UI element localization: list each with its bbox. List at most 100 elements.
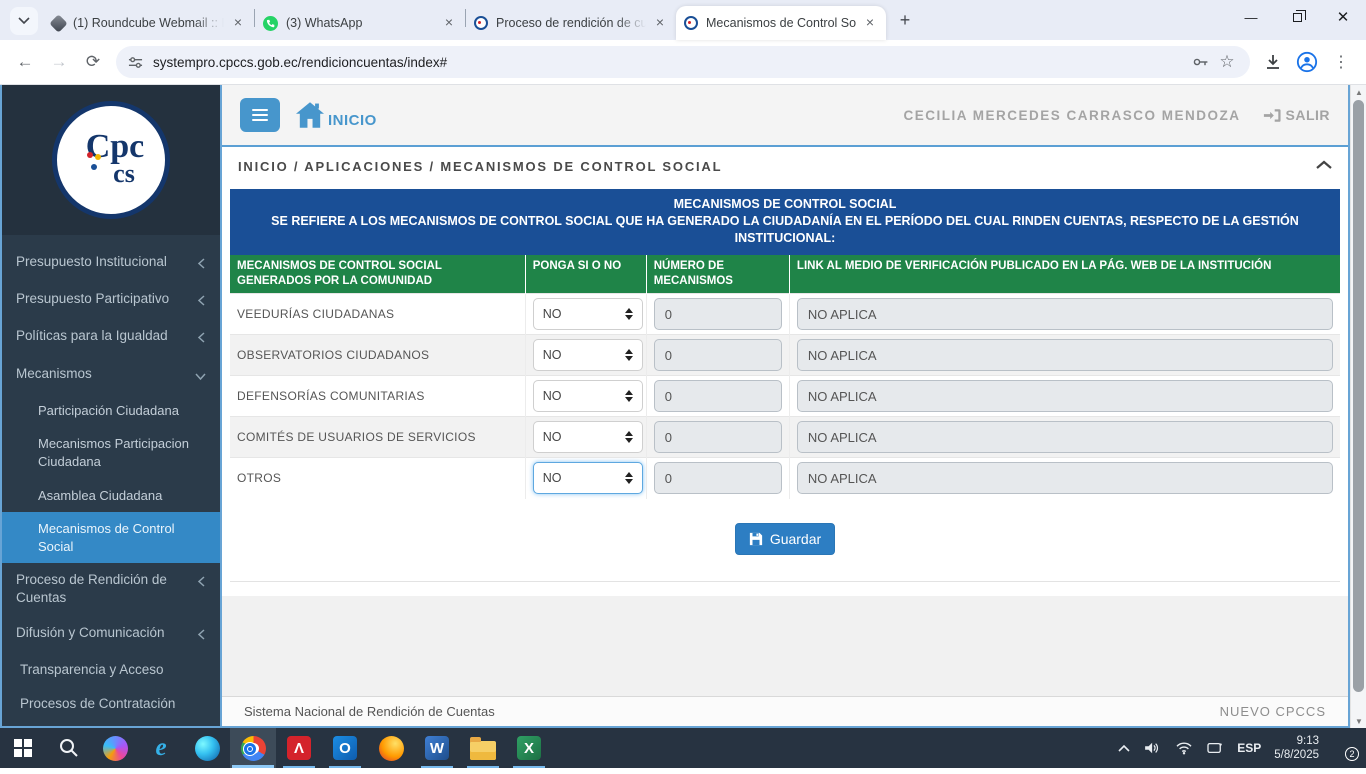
restore-button[interactable] (1274, 0, 1320, 34)
address-bar[interactable]: systempro.cpccs.gob.ec/rendicioncuentas/… (116, 46, 1250, 78)
row-label: COMITÉS DE USUARIOS DE SERVICIOS (237, 430, 476, 444)
select-arrows-icon (625, 431, 633, 443)
edge-button[interactable] (184, 728, 230, 768)
home-label: INICIO (328, 112, 377, 129)
chrome-button-active[interactable] (230, 728, 276, 768)
forward-button[interactable]: → (44, 47, 74, 77)
excel-button[interactable]: X (506, 728, 552, 768)
tab-title: (3) WhatsApp (286, 16, 435, 30)
taskbar-search-button[interactable] (46, 728, 92, 768)
download-icon[interactable] (1258, 47, 1288, 77)
browser-scrollbar[interactable]: ▲ ▼ (1350, 85, 1366, 728)
logout-icon (1263, 108, 1281, 123)
select-arrows-icon (625, 308, 633, 320)
si-no-select[interactable]: NO (533, 380, 643, 412)
tab-close-icon[interactable]: × (652, 15, 668, 31)
back-button[interactable]: ← (10, 47, 40, 77)
site-info-icon[interactable] (128, 55, 143, 70)
copilot-button[interactable] (92, 728, 138, 768)
copilot-icon (103, 736, 128, 761)
tab-roundcube[interactable]: (1) Roundcube Webmail :: Entra × (44, 6, 254, 40)
link-input: NO APLICA (797, 380, 1333, 412)
sidebar-item-politicas-igualdad[interactable]: Políticas para la Igualdad (2, 319, 220, 356)
bookmark-star-icon[interactable]: ☆ (1214, 49, 1240, 75)
app-viewport: Cpc cs Presupuesto Institucional Presupu… (0, 85, 1350, 728)
outlook-button[interactable]: O (322, 728, 368, 768)
sidebar-item-label: Mecanismos (16, 365, 189, 383)
scrollbar-thumb[interactable] (1353, 100, 1364, 692)
tab-close-icon[interactable]: × (862, 15, 878, 31)
logout-label: SALIR (1286, 107, 1331, 123)
collapse-panel-button[interactable] (1316, 157, 1332, 175)
chevron-left-icon (197, 330, 206, 348)
taskbar: e Λ O W X ESP 9:13 5/8/2025 2 (0, 728, 1366, 768)
tab-search-button[interactable] (10, 7, 38, 35)
url-text[interactable]: systempro.cpccs.gob.ec/rendicioncuentas/… (153, 55, 1188, 70)
sidebar-item-asamblea-ciudadana[interactable]: Asamblea Ciudadana (2, 479, 220, 513)
volume-icon[interactable] (1144, 741, 1162, 755)
toolbar-actions: ⋮ (1256, 47, 1358, 77)
save-button[interactable]: Guardar (735, 523, 835, 555)
table-row: VEEDURÍAS CIUDADANAS NO 0 NO APLICA (230, 294, 1340, 335)
sidebar-item-transparencia-acceso[interactable]: Transparencia y Acceso (2, 653, 220, 687)
tab-whatsapp[interactable]: (3) WhatsApp × (255, 6, 465, 40)
internet-explorer-button[interactable]: e (138, 728, 184, 768)
sidebar-item-presupuesto-participativo[interactable]: Presupuesto Participativo (2, 282, 220, 319)
breadcrumb-bar: INICIO / APLICACIONES / MECANISMOS DE CO… (222, 147, 1348, 185)
scroll-down-arrow[interactable]: ▼ (1351, 714, 1366, 728)
reload-button[interactable]: ⟳ (78, 47, 108, 77)
new-tab-button[interactable]: + (892, 7, 918, 33)
meet-now-icon[interactable] (1206, 741, 1224, 755)
tab-proceso-rendicion[interactable]: Proceso de rendición de cuenta × (466, 6, 676, 40)
breadcrumb[interactable]: INICIO / APLICACIONES / MECANISMOS DE CO… (238, 159, 722, 174)
system-tray: ESP 9:13 5/8/2025 2 (1117, 734, 1366, 763)
sidebar-item-mecanismos[interactable]: Mecanismos (2, 357, 220, 394)
sidebar-item-difusion-comunicacion[interactable]: Difusión y Comunicación (2, 616, 220, 653)
file-explorer-button[interactable] (460, 728, 506, 768)
number-input: 0 (654, 298, 782, 330)
sidebar-item-proceso-rendicion[interactable]: Proceso de Rendición de Cuentas (2, 563, 220, 615)
si-no-select-focused[interactable]: NO (533, 462, 643, 494)
sidebar-item-procesos-contratacion[interactable]: Procesos de Contratación (2, 687, 220, 721)
wifi-icon[interactable] (1175, 741, 1193, 755)
minimize-button[interactable]: — (1228, 0, 1274, 34)
roundcube-favicon-icon (49, 14, 67, 32)
sidebar-item-mecanismos-participacion[interactable]: Mecanismos Participacion Ciudadana (2, 427, 220, 478)
password-key-icon[interactable] (1188, 49, 1214, 75)
tray-chevron-up-icon[interactable] (1117, 744, 1131, 753)
sidebar-item-mecanismos-control-social[interactable]: Mecanismos de Control Social (2, 512, 220, 563)
firefox-button[interactable] (368, 728, 414, 768)
si-no-select[interactable]: NO (533, 421, 643, 453)
notification-center-button[interactable]: 2 (1332, 738, 1356, 758)
link-input: NO APLICA (797, 339, 1333, 371)
home-link[interactable]: INICIO (294, 101, 377, 129)
tab-close-icon[interactable]: × (230, 15, 246, 31)
sidebar-item-label: Proceso de Rendición de Cuentas (16, 571, 191, 607)
profile-avatar[interactable] (1292, 47, 1322, 77)
word-button[interactable]: W (414, 728, 460, 768)
logout-button[interactable]: SALIR (1263, 107, 1331, 123)
browser-menu-kebab-icon[interactable]: ⋮ (1326, 47, 1356, 77)
sidebar-item-presupuesto-institucional[interactable]: Presupuesto Institucional (2, 245, 220, 282)
scroll-up-arrow[interactable]: ▲ (1351, 85, 1366, 99)
column-header-ponga-si-no: PONGA SI O NO (525, 255, 646, 294)
tab-close-icon[interactable]: × (441, 15, 457, 31)
number-input: 0 (654, 421, 782, 453)
row-label: OTROS (237, 471, 281, 485)
clock[interactable]: 9:13 5/8/2025 (1274, 734, 1319, 763)
search-icon (58, 737, 80, 759)
cpccs-logo: Cpc cs (52, 101, 170, 219)
close-window-button[interactable]: ✕ (1320, 0, 1366, 34)
user-name: CECILIA MERCEDES CARRASCO MENDOZA (903, 108, 1240, 123)
si-no-select[interactable]: NO (533, 298, 643, 330)
sidebar-item-participacion-ciudadana[interactable]: Participación Ciudadana (2, 394, 220, 428)
sidebar: Cpc cs Presupuesto Institucional Presupu… (2, 85, 220, 726)
hamburger-menu-button[interactable] (240, 98, 280, 132)
acrobat-button[interactable]: Λ (276, 728, 322, 768)
tab-mecanismos-active[interactable]: Mecanismos de Control Social × (676, 6, 886, 40)
si-no-select[interactable]: NO (533, 339, 643, 371)
home-icon (294, 101, 326, 129)
column-header-mecanismos: MECANISMOS DE CONTROL SOCIAL GENERADOS P… (230, 255, 525, 294)
start-button[interactable] (0, 728, 46, 768)
language-indicator[interactable]: ESP (1237, 741, 1261, 755)
